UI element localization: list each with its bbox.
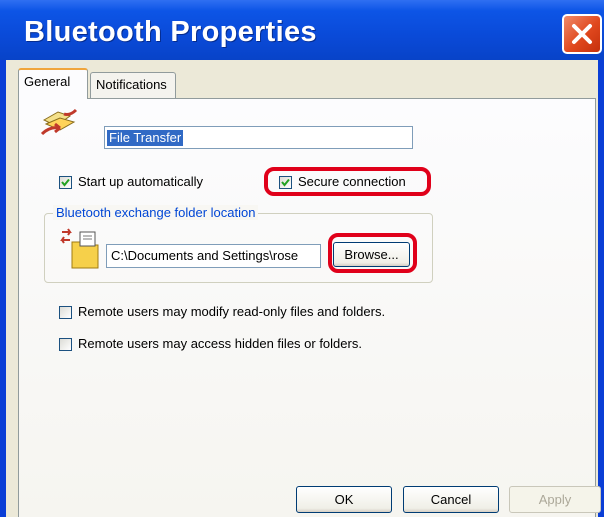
start-up-automatically-label: Start up automatically [78,174,204,189]
apply-button[interactable]: Apply [509,486,601,513]
exchange-folder-path-field[interactable]: C:\Documents and Settings\rose [106,244,321,268]
exchange-folder-legend: Bluetooth exchange folder location [53,205,259,220]
secure-connection-label: Secure connection [298,174,406,189]
start-up-automatically-checkbox[interactable] [59,176,72,189]
service-name-field[interactable]: File Transfer [104,126,413,149]
remote-hidden-checkbox[interactable] [59,338,72,351]
title-bar[interactable]: Bluetooth Properties [0,0,604,60]
checkmark-icon [61,178,70,187]
close-x-icon [572,24,592,44]
close-button[interactable] [562,14,602,54]
window-title: Bluetooth Properties [24,16,317,48]
checkmark-icon [281,178,290,187]
cancel-button[interactable]: Cancel [403,486,499,513]
remote-hidden-label: Remote users may access hidden files or … [78,336,362,351]
browse-button[interactable]: Browse... [333,242,410,267]
ok-button[interactable]: OK [296,486,392,513]
remote-modify-checkbox[interactable] [59,306,72,319]
secure-connection-checkbox[interactable] [279,176,292,189]
tab-general[interactable]: General [18,68,88,99]
file-transfer-icon [40,106,80,142]
remote-modify-label: Remote users may modify read-only files … [78,304,386,319]
tab-notifications[interactable]: Notifications [90,72,176,98]
service-name-selected-text: File Transfer [107,130,184,146]
exchange-folder-icon [58,226,102,270]
